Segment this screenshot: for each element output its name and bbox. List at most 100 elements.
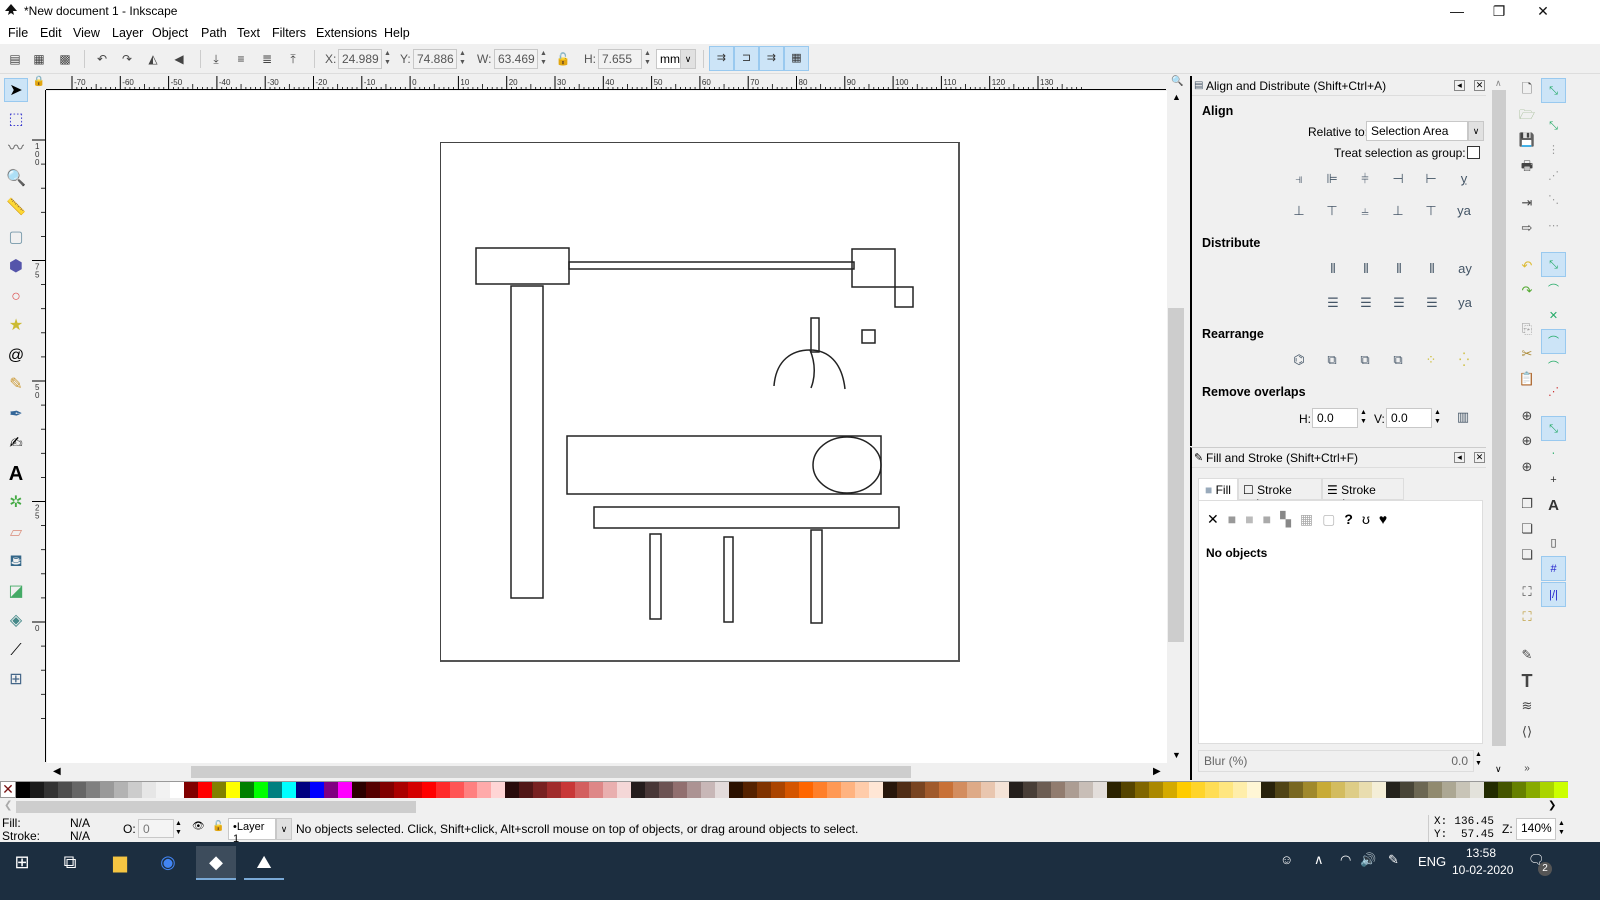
color-swatch[interactable] <box>1162 782 1177 798</box>
ungroup-icon[interactable]: ⛶ <box>1516 606 1538 628</box>
layer-select[interactable]: •Layer 1 <box>228 818 276 845</box>
layer-lock-icon[interactable]: 🔓 <box>212 821 224 832</box>
color-swatch[interactable] <box>1008 782 1023 798</box>
fill-rule-evenodd-icon[interactable]: ʊ <box>1362 511 1370 528</box>
color-swatch[interactable] <box>407 782 422 798</box>
fill-stroke-dialog-icon[interactable]: ✎ <box>1516 644 1538 666</box>
color-swatch[interactable] <box>1176 782 1191 798</box>
color-swatch[interactable] <box>323 782 338 798</box>
color-swatch[interactable] <box>1106 782 1121 798</box>
exchange-positions-icon[interactable]: ⧉ <box>1319 347 1345 373</box>
pattern-icon[interactable]: ▦ <box>1300 511 1313 528</box>
arm-end-rect[interactable] <box>851 248 896 288</box>
vertical-scrollbar[interactable]: 🔍 ▲ ▼ <box>1168 76 1184 766</box>
color-swatch[interactable] <box>729 782 744 798</box>
align-bottom-edges-icon[interactable]: ⊥ <box>1385 198 1411 224</box>
snap-intersections-icon[interactable]: ✕ <box>1541 304 1566 329</box>
crane-column-rect[interactable] <box>510 285 544 599</box>
distribute-bottom-edges-icon[interactable]: ☰ <box>1386 290 1412 316</box>
color-swatch[interactable] <box>715 782 730 798</box>
color-swatch[interactable] <box>1232 782 1247 798</box>
color-swatch[interactable] <box>1092 782 1107 798</box>
clone-icon[interactable]: ❏ <box>1516 518 1538 540</box>
group-icon[interactable]: ⛶ <box>1516 581 1538 603</box>
align-text-baseline-icon[interactable]: ỵ <box>1451 166 1477 192</box>
radial-gradient-icon[interactable]: ■ <box>1263 511 1271 528</box>
distribute-centers-horizontal-icon[interactable]: ⫴ <box>1353 256 1379 282</box>
mesh-gradient-icon[interactable]: ▚ <box>1280 511 1291 528</box>
color-swatch[interactable] <box>1386 782 1401 798</box>
snap-grids-icon[interactable]: # <box>1541 556 1566 581</box>
color-swatch[interactable] <box>785 782 800 798</box>
center-vertical-axis-icon[interactable]: ⫩ <box>1352 166 1378 192</box>
no-color-swatch[interactable]: ✕ <box>0 781 16 798</box>
snap-rotation-centers-icon[interactable]: + <box>1541 468 1566 493</box>
save-icon[interactable]: 💾 <box>1516 129 1538 151</box>
color-swatch[interactable] <box>99 782 114 798</box>
palette-scrollbar[interactable]: ❮ <box>0 799 1548 815</box>
print-icon[interactable]: 🖶 <box>1516 155 1538 177</box>
color-swatch[interactable] <box>924 782 939 798</box>
color-swatch[interactable] <box>911 782 925 798</box>
dock-scrollbar[interactable]: ∧ ∨ <box>1490 76 1508 780</box>
fill-indicator-value[interactable]: N/A <box>70 816 90 830</box>
zoom-page-icon[interactable]: ⊕ <box>1516 456 1538 478</box>
color-swatch[interactable] <box>1204 782 1219 798</box>
zoom-drawing-icon[interactable]: ⊕ <box>1516 430 1538 452</box>
color-swatch[interactable] <box>575 782 590 798</box>
small-square[interactable] <box>861 329 876 344</box>
color-swatch[interactable] <box>463 782 478 798</box>
distribute-centers-vertical-icon[interactable]: ☰ <box>1353 290 1379 316</box>
scroll-left-arrow[interactable]: ◀ <box>53 766 61 777</box>
color-swatch[interactable] <box>29 782 44 798</box>
color-swatch[interactable] <box>980 782 995 798</box>
machine-body-rect[interactable] <box>566 435 882 495</box>
flat-color-icon[interactable]: ■ <box>1228 511 1236 528</box>
color-swatch[interactable] <box>869 782 884 798</box>
color-swatch[interactable] <box>827 782 842 798</box>
horizontal-scroll-thumb[interactable] <box>191 766 911 778</box>
photos-taskbar-icon[interactable]: ⛰ <box>244 846 284 878</box>
language-indicator[interactable]: ENG <box>1418 854 1446 869</box>
color-swatch[interactable] <box>547 782 562 798</box>
unset-paint-icon[interactable]: ? <box>1344 511 1353 528</box>
color-swatch[interactable] <box>1470 782 1485 798</box>
dock-scroll-thumb[interactable] <box>1492 90 1506 746</box>
scroll-right-arrow[interactable]: ▶ <box>1153 766 1161 777</box>
paste-icon[interactable]: 📋 <box>1516 368 1538 390</box>
color-swatch[interactable] <box>239 782 254 798</box>
color-swatch[interactable] <box>1540 782 1555 798</box>
color-swatch[interactable] <box>211 782 226 798</box>
snap-line-midpoints-icon[interactable]: ⋰ <box>1541 380 1566 405</box>
color-swatch[interactable] <box>197 782 212 798</box>
snap-bbox-centers-icon[interactable]: ⋯ <box>1541 214 1566 239</box>
color-swatch[interactable] <box>16 782 30 798</box>
text-font-dialog-icon[interactable]: T <box>1516 670 1538 692</box>
table-leg-rect[interactable] <box>723 536 734 623</box>
snap-text-baseline-icon[interactable]: A <box>1541 493 1566 518</box>
color-swatch[interactable] <box>533 782 548 798</box>
snap-bounding-box-icon[interactable]: ⤡ <box>1541 114 1566 139</box>
color-swatch[interactable] <box>659 782 674 798</box>
crane-arm-rect[interactable] <box>568 261 855 270</box>
chevron-down-icon[interactable]: ∨ <box>1468 121 1484 141</box>
scroll-up-arrow[interactable]: ∧ <box>1495 78 1502 89</box>
align-bottom-to-anchor-icon[interactable]: ⊥ <box>1286 198 1312 224</box>
color-swatch[interactable] <box>421 782 436 798</box>
open-icon[interactable]: 🗁 <box>1516 104 1538 126</box>
align-top-to-anchor-icon[interactable]: ⊤ <box>1418 198 1444 224</box>
snap-paths-icon[interactable]: ⌒ <box>1541 278 1566 303</box>
panel-collapse-icon[interactable]: ◂ <box>1454 452 1465 463</box>
color-swatch[interactable] <box>225 782 240 798</box>
scroll-up-arrow[interactable]: ▲ <box>1172 92 1181 102</box>
snap-page-border-icon[interactable]: ▯ <box>1541 531 1566 556</box>
panel-close-icon[interactable]: ✕ <box>1474 452 1485 463</box>
color-swatch[interactable] <box>883 782 898 798</box>
people-icon[interactable]: ☺ <box>1280 852 1293 867</box>
exchange-positions-clockwise-icon[interactable]: ⧉ <box>1385 347 1411 373</box>
color-swatch[interactable] <box>253 782 268 798</box>
color-swatch[interactable] <box>743 782 758 798</box>
color-swatch[interactable] <box>673 782 688 798</box>
align-top-edges-icon[interactable]: ⊤ <box>1319 198 1345 224</box>
overlap-v-spinner[interactable]: ▲ ▼ <box>1434 408 1441 426</box>
